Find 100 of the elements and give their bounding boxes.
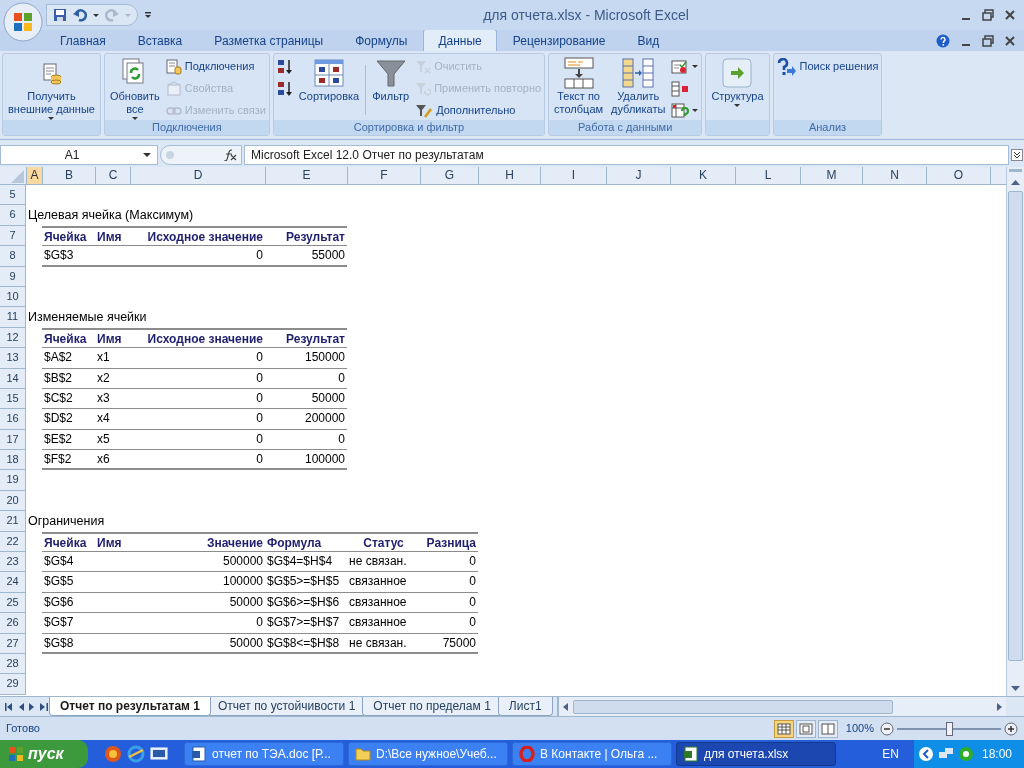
caret-icon: [125, 13, 131, 17]
slider-thumb[interactable]: [946, 721, 953, 736]
expand-icon: [1011, 148, 1023, 161]
column-heading: Исходное значение: [130, 225, 265, 247]
ribbon-button[interactable]: Обновить все: [107, 57, 162, 120]
column-header[interactable]: I: [541, 167, 607, 184]
row-header[interactable]: 29: [0, 674, 26, 695]
column-header[interactable]: K: [671, 167, 736, 184]
view-button[interactable]: [817, 719, 838, 738]
column-header[interactable]: L: [736, 167, 801, 184]
table-cell: не связан.: [347, 633, 420, 654]
ribbon-tab[interactable]: Разметка страницы: [198, 30, 340, 51]
row-header[interactable]: 24: [0, 572, 26, 593]
ribbon-button[interactable]: Поиск решения: [776, 57, 879, 76]
ribbon-button[interactable]: [276, 57, 293, 76]
column-header[interactable]: G: [421, 167, 479, 184]
first-sheet-icon: [5, 702, 13, 711]
column-header[interactable]: O: [927, 167, 991, 184]
row-header[interactable]: 22: [0, 531, 26, 553]
ribbon-tab[interactable]: Формулы: [339, 30, 424, 51]
table-cell: 200000: [265, 409, 347, 430]
scroll-thumb[interactable]: [1008, 191, 1023, 661]
language-indicator[interactable]: EN: [882, 745, 899, 763]
ribbon-tab[interactable]: Вид: [621, 30, 676, 51]
table-cell: $G$6>=$H$6: [265, 592, 347, 614]
row-header[interactable]: 12: [0, 327, 26, 349]
column-heading: Результат: [265, 225, 347, 247]
taskbar-button[interactable]: отчет по ТЭА.doc [Р...: [184, 742, 344, 766]
row-header[interactable]: 13: [0, 348, 26, 369]
handle-icon: [165, 149, 175, 160]
row-header[interactable]: 5: [0, 185, 26, 206]
row-header[interactable]: 9: [0, 266, 26, 287]
row-header[interactable]: 18: [0, 450, 26, 471]
close-icon: [1004, 34, 1016, 47]
column-header[interactable]: N: [863, 167, 927, 184]
column-header[interactable]: A: [27, 167, 43, 184]
formula-field[interactable]: Microsoft Excel 12.0 Отчет по результатам: [244, 144, 1009, 165]
zoom-slider[interactable]: [897, 721, 1001, 736]
column-heading: Имя: [95, 327, 130, 349]
view-button[interactable]: [795, 719, 816, 738]
ribbon-button[interactable]: [671, 57, 699, 76]
windows-logo-icon: [8, 746, 24, 762]
column-header[interactable]: B: [43, 167, 96, 184]
row-header[interactable]: 28: [0, 654, 26, 675]
table-cell: 0: [420, 592, 478, 614]
table-cell: $G$4=$H$4: [265, 552, 347, 573]
ribbon-tab[interactable]: Данные: [423, 29, 497, 51]
row-header[interactable]: 15: [0, 388, 26, 410]
row-header[interactable]: 23: [0, 552, 26, 573]
row-header[interactable]: 21: [0, 511, 26, 532]
row-header[interactable]: 8: [0, 246, 26, 267]
column-header[interactable]: M: [801, 167, 863, 184]
column-header[interactable]: J: [607, 167, 671, 184]
column-header[interactable]: E: [266, 167, 348, 184]
ribbon-button[interactable]: Дополнительно: [415, 101, 542, 120]
column-header[interactable]: D: [131, 167, 266, 184]
ribbon-button[interactable]: Удалить дубликаты: [609, 57, 668, 116]
ribbon-tab[interactable]: Вставка: [121, 30, 199, 51]
ribbon-tab[interactable]: Главная: [44, 30, 122, 51]
taskbar-button[interactable]: D:\Все нужное\Учеб...: [348, 742, 508, 766]
sheet-tab[interactable]: Отчет по результатам 1: [49, 697, 211, 716]
row-header[interactable]: 26: [0, 613, 26, 634]
row-header[interactable]: 6: [0, 205, 26, 226]
opera-icon: [519, 746, 535, 762]
ribbon-button[interactable]: Получить внешние данные: [6, 57, 97, 120]
taskbar-button[interactable]: В Контакте | Ольга ...: [512, 742, 672, 766]
row-header[interactable]: 17: [0, 429, 26, 451]
ribbon-button[interactable]: Фильтр: [370, 57, 412, 103]
ribbon-button[interactable]: [276, 79, 293, 98]
row-header[interactable]: 11: [0, 307, 26, 328]
row-header[interactable]: 7: [0, 225, 26, 247]
sheet-tab[interactable]: Лист1: [497, 697, 553, 716]
table-cell: $G$5: [42, 572, 95, 593]
table-cell: $F$2: [42, 450, 95, 471]
column-header[interactable]: H: [479, 167, 541, 184]
ribbon-button[interactable]: [671, 101, 699, 120]
row-header[interactable]: 19: [0, 470, 26, 491]
column-header[interactable]: C: [96, 167, 131, 184]
ribbon-tab[interactable]: Рецензирование: [496, 30, 622, 51]
scroll-thumb[interactable]: [572, 699, 893, 714]
start-button[interactable]: пуск: [0, 740, 88, 768]
view-button[interactable]: [773, 719, 794, 738]
advanced-filter-icon: [415, 102, 434, 119]
row-header[interactable]: 25: [0, 592, 26, 614]
next-sheet-icon: [29, 702, 35, 711]
ribbon-button[interactable]: Текст по столбцам: [552, 57, 606, 116]
table-cell: $G$8: [42, 633, 95, 654]
taskbar-button[interactable]: для отчета.xlsx: [676, 742, 836, 766]
save-icon: [53, 8, 67, 22]
ribbon-button[interactable]: Сортировка: [296, 57, 362, 103]
funnel-icon: [375, 58, 406, 88]
row-header[interactable]: 16: [0, 409, 26, 430]
table-cell: $B$2: [42, 368, 95, 389]
ribbon-button[interactable]: Структура: [709, 57, 766, 107]
row-header[interactable]: 10: [0, 286, 26, 308]
row-header[interactable]: 27: [0, 633, 26, 654]
column-header[interactable]: F: [348, 167, 421, 184]
ribbon-button[interactable]: Подключения: [165, 57, 266, 76]
row-header[interactable]: 20: [0, 490, 26, 512]
row-header[interactable]: 14: [0, 368, 26, 389]
